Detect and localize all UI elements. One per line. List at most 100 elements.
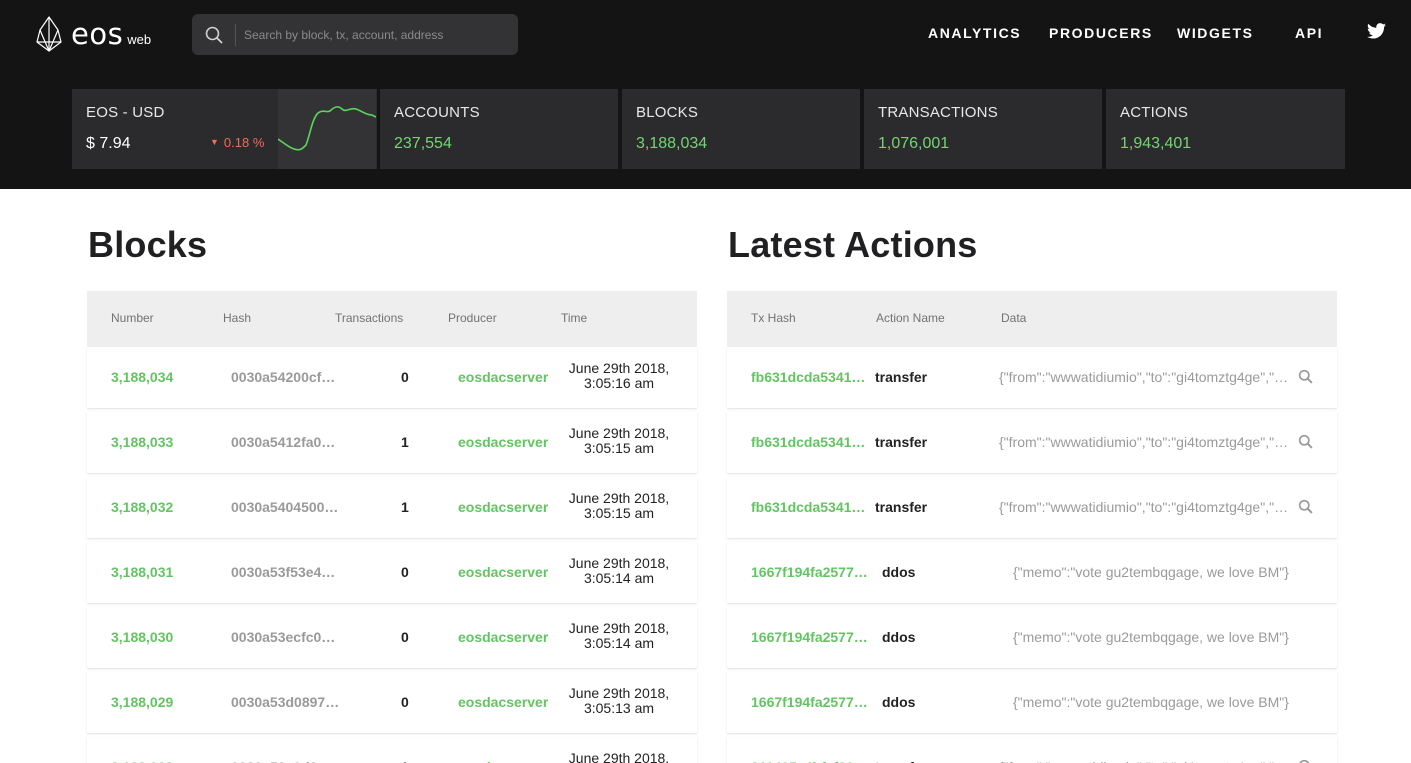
- block-hash[interactable]: 0030a5404500…: [231, 499, 349, 515]
- table-row[interactable]: 3,188,033 0030a5412fa0… 1 eosdacserver June …: [87, 412, 697, 473]
- block-hash[interactable]: 0030a53d0897…: [231, 694, 349, 710]
- action-tx-hash-link[interactable]: fb631dcda5341…: [751, 499, 869, 515]
- transactions-label: TRANSACTIONS: [878, 104, 998, 121]
- block-producer-link[interactable]: eosdacserver: [458, 434, 548, 450]
- block-number-link[interactable]: 3,188,029: [111, 694, 211, 710]
- blocks-title: Blocks: [88, 224, 208, 265]
- actions-value: 1,943,401: [1120, 135, 1192, 152]
- block-date: June 29th 2018,: [568, 686, 670, 701]
- block-date: June 29th 2018,: [568, 361, 670, 376]
- magnifier-icon[interactable]: [1298, 499, 1313, 517]
- block-tx-count: 1: [401, 499, 409, 515]
- action-tx-hash-link[interactable]: 1667f194fa2577…: [751, 629, 869, 645]
- search-icon[interactable]: [192, 23, 236, 46]
- action-tx-hash-link[interactable]: 1667f194fa2577…: [751, 564, 869, 580]
- nav-widgets[interactable]: WIDGETS: [1177, 25, 1254, 41]
- block-number-link[interactable]: 3,188,033: [111, 434, 211, 450]
- action-name: transfer: [875, 434, 928, 450]
- table-row[interactable]: 1667f194fa2577… ddos {"memo":"vote gu2temb…: [727, 542, 1337, 603]
- table-row[interactable]: 311405a4bfef20… transfer {"from":"wwwatidi…: [727, 737, 1337, 763]
- action-tx-hash-link[interactable]: 1667f194fa2577…: [751, 694, 869, 710]
- price-sparkline: [277, 89, 377, 169]
- block-hash[interactable]: 0030a54200cf…: [231, 369, 349, 385]
- table-row[interactable]: fb631dcda5341… transfer {"from":"wwwatidiu…: [727, 477, 1337, 538]
- action-tx-hash-link[interactable]: fb631dcda5341…: [751, 369, 869, 385]
- block-time: June 29th 2018, 3:05:14 am: [559, 621, 679, 651]
- block-number-link[interactable]: 3,188,031: [111, 564, 211, 580]
- brand-sub: web: [127, 31, 152, 47]
- block-hash[interactable]: 0030a53f53e4…: [231, 564, 349, 580]
- action-data: {"from":"wwwatidiumio","to":"gi4tomztg4g…: [999, 369, 1295, 385]
- block-date: June 29th 2018,: [568, 621, 670, 636]
- block-tx-count: 1: [401, 434, 409, 450]
- block-time: June 29th 2018, 3:05:15 am: [559, 426, 679, 456]
- block-clock: 3:05:15 am: [583, 506, 655, 521]
- table-row[interactable]: 1667f194fa2577… ddos {"memo":"vote gu2temb…: [727, 607, 1337, 668]
- down-caret-icon: ▼: [210, 137, 219, 147]
- nav-api[interactable]: API: [1295, 25, 1323, 41]
- nav-producers[interactable]: PRODUCERS: [1049, 25, 1153, 41]
- magnifier-icon[interactable]: [1298, 434, 1313, 452]
- block-number-link[interactable]: 3,188,030: [111, 629, 211, 645]
- block-time: June 29th 2018, 3:05:14 am: [559, 556, 679, 586]
- block-number-link[interactable]: 3,188,034: [111, 369, 211, 385]
- block-hash[interactable]: 0030a5412fa0…: [231, 434, 349, 450]
- block-producer-link[interactable]: eosdacserver: [458, 759, 548, 763]
- table-row[interactable]: fb631dcda5341… transfer {"from":"wwwatidiu…: [727, 412, 1337, 473]
- transactions-card[interactable]: TRANSACTIONS 1,076,001: [864, 89, 1102, 169]
- action-tx-hash-link[interactable]: 311405a4bfef20…: [751, 759, 869, 763]
- block-tx-count: 0: [401, 629, 409, 645]
- col-producer: Producer: [448, 311, 497, 325]
- table-row[interactable]: 3,188,028 0030a53c9d3… 1 eosdacserver June 2…: [87, 737, 697, 763]
- col-number: Number: [111, 311, 154, 325]
- magnifier-icon[interactable]: [1298, 369, 1313, 387]
- blocks-card[interactable]: BLOCKS 3,188,034: [622, 89, 860, 169]
- blocks-table-header: Number Hash Transactions Producer Time: [87, 291, 697, 347]
- table-row[interactable]: 1667f194fa2577… ddos {"memo":"vote gu2temb…: [727, 672, 1337, 733]
- blocks-value: 3,188,034: [636, 135, 708, 152]
- twitter-icon[interactable]: [1367, 23, 1386, 44]
- col-tx-hash: Tx Hash: [751, 311, 796, 325]
- accounts-value: 237,554: [394, 135, 452, 152]
- actions-title: Latest Actions: [728, 224, 978, 265]
- accounts-label: ACCOUNTS: [394, 104, 480, 121]
- blocks-label: BLOCKS: [636, 104, 699, 121]
- top-header: eos web ANALYTICS PRODUCERS WIDGETS API …: [0, 0, 1411, 189]
- price-label: EOS - USD: [86, 104, 165, 121]
- action-tx-hash-link[interactable]: fb631dcda5341…: [751, 434, 869, 450]
- block-producer-link[interactable]: eosdacserver: [458, 499, 548, 515]
- col-data: Data: [1001, 311, 1027, 325]
- price-change: ▼ 0.18 %: [210, 135, 264, 150]
- block-clock: 3:05:13 am: [583, 701, 655, 716]
- block-hash[interactable]: 0030a53c9d3…: [231, 759, 349, 763]
- table-row[interactable]: 3,188,032 0030a5404500… 1 eosdacserver June …: [87, 477, 697, 538]
- price-card[interactable]: EOS - USD $ 7.94 ▼ 0.18 %: [72, 89, 377, 169]
- table-row[interactable]: 3,188,030 0030a53ecfc0… 0 eosdacserver June …: [87, 607, 697, 668]
- action-data: {"memo":"vote gu2tembqgage, we love BM"}: [1013, 629, 1289, 645]
- block-producer-link[interactable]: eosdacserver: [458, 694, 548, 710]
- eosweb-logo[interactable]: eos web: [36, 14, 151, 54]
- magnifier-icon[interactable]: [1298, 759, 1313, 763]
- block-hash[interactable]: 0030a53ecfc0…: [231, 629, 349, 645]
- table-row[interactable]: 3,188,034 0030a54200cf… 0 eosdacserver June …: [87, 347, 697, 408]
- actions-card[interactable]: ACTIONS 1,943,401: [1106, 89, 1345, 169]
- block-date: June 29th 2018,: [568, 556, 670, 571]
- transactions-value: 1,076,001: [878, 135, 950, 152]
- table-row[interactable]: fb631dcda5341… transfer {"from":"wwwatidiu…: [727, 347, 1337, 408]
- actions-table-header: Tx Hash Action Name Data: [727, 291, 1337, 347]
- table-row[interactable]: 3,188,031 0030a53f53e4… 0 eosdacserver June …: [87, 542, 697, 603]
- eos-logo-icon: [36, 16, 62, 52]
- accounts-card[interactable]: ACCOUNTS 237,554: [380, 89, 618, 169]
- nav-analytics[interactable]: ANALYTICS: [928, 25, 1021, 41]
- block-date: June 29th 2018,: [568, 426, 670, 441]
- block-producer-link[interactable]: eosdacserver: [458, 629, 548, 645]
- block-number-link[interactable]: 3,188,028: [111, 759, 211, 763]
- block-producer-link[interactable]: eosdacserver: [458, 564, 548, 580]
- block-producer-link[interactable]: eosdacserver: [458, 369, 548, 385]
- block-number-link[interactable]: 3,188,032: [111, 499, 211, 515]
- block-tx-count: 0: [401, 564, 409, 580]
- table-row[interactable]: 3,188,029 0030a53d0897… 0 eosdacserver June …: [87, 672, 697, 733]
- block-clock: 3:05:14 am: [583, 571, 655, 586]
- search-input[interactable]: [244, 27, 504, 42]
- block-date: June 29th 2018,: [568, 751, 670, 763]
